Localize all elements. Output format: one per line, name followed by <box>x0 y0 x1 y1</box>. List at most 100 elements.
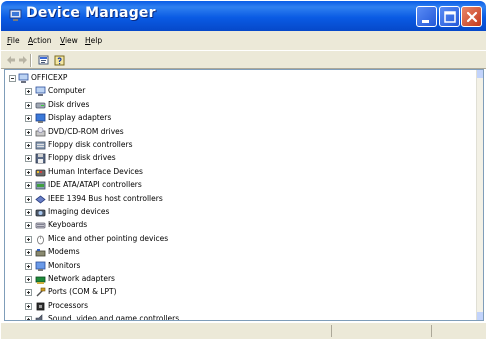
processor-icon <box>36 302 45 311</box>
tree-node[interactable]: Modems <box>5 246 475 259</box>
expand-toggle[interactable] <box>25 155 32 163</box>
expand-toggle[interactable] <box>25 209 32 216</box>
expand-toggle[interactable] <box>25 235 32 243</box>
status-bar <box>1 322 486 339</box>
monitor-icon <box>35 261 46 271</box>
expand-toggle[interactable] <box>25 88 32 96</box>
tree-node-label: Disk drives <box>48 99 90 109</box>
tree-node[interactable]: Floppy disk drives <box>5 152 475 165</box>
floppy-drive-icon <box>35 153 46 164</box>
close-button[interactable] <box>461 6 482 27</box>
toolbar <box>1 50 486 69</box>
tree-node[interactable]: IDE ATA/ATAPI controllers <box>5 179 475 192</box>
tree-root[interactable]: OFFICEXP <box>5 72 475 85</box>
menu-action-rest: ction <box>33 36 52 45</box>
properties-icon[interactable] <box>38 54 49 66</box>
ieee1394-icon <box>35 195 46 204</box>
toolbar-separator <box>30 54 32 67</box>
expand-toggle[interactable] <box>25 128 32 136</box>
maximize-button[interactable] <box>439 6 460 27</box>
tree-node-label: Floppy disk drives <box>48 153 116 163</box>
network-adapter-icon <box>35 276 46 284</box>
floppy-controller-icon <box>35 141 46 150</box>
expand-toggle[interactable] <box>25 276 32 283</box>
mouse-icon <box>37 235 44 245</box>
back-arrow-icon[interactable] <box>6 54 16 66</box>
tree-node[interactable]: Keyboards <box>5 219 475 232</box>
tree-node[interactable]: Human Interface Devices <box>5 166 475 179</box>
cdrom-icon <box>35 126 46 136</box>
tree-node[interactable]: DVD/CD-ROM drives <box>5 126 475 139</box>
minimize-icon <box>422 20 429 23</box>
tree-node[interactable]: Processors <box>5 300 475 313</box>
tree-node-label: Keyboards <box>48 220 88 230</box>
expand-toggle[interactable] <box>25 316 32 320</box>
tree-node[interactable]: Monitors <box>5 260 475 273</box>
status-pane-2 <box>431 325 485 337</box>
ide-controller-icon <box>35 181 46 190</box>
imaging-device-icon <box>35 209 46 217</box>
tree-node[interactable]: Computer <box>5 85 475 98</box>
expand-toggle[interactable] <box>25 195 32 203</box>
tree-node[interactable]: Mice and other pointing devices <box>5 233 475 246</box>
keyboard-icon <box>35 222 46 229</box>
scroll-down-button[interactable] <box>477 312 483 320</box>
tree-node-label: Network adapters <box>48 274 115 283</box>
expand-toggle[interactable] <box>25 249 32 257</box>
sound-icon <box>35 314 43 320</box>
tree-node-label: DVD/CD-ROM drives <box>48 126 124 136</box>
modem-icon <box>35 249 46 257</box>
expand-toggle[interactable] <box>25 115 32 123</box>
device-tree-view[interactable]: OFFICEXP Computer Disk drives Display adapt… <box>4 69 484 321</box>
tree-node-label: Mice and other pointing devices <box>48 233 169 243</box>
expand-toggle[interactable] <box>25 182 32 190</box>
menu-view[interactable]: View <box>60 36 78 45</box>
maximize-icon <box>444 11 456 23</box>
tree-node-label: Imaging devices <box>48 207 110 216</box>
help-icon[interactable] <box>54 54 65 66</box>
scroll-up-button[interactable] <box>477 70 483 78</box>
forward-arrow-icon[interactable] <box>18 54 28 66</box>
collapse-toggle[interactable] <box>9 75 16 82</box>
port-icon <box>36 288 46 297</box>
menu-bar: File Action View Help <box>1 31 486 50</box>
tree-node[interactable]: Network adapters <box>5 273 475 286</box>
tree-node-label: Processors <box>48 300 89 310</box>
expand-toggle[interactable] <box>25 289 32 297</box>
tree-node-label: Monitors <box>48 260 81 270</box>
computer-icon <box>35 86 46 97</box>
tree-node-label: Human Interface Devices <box>48 166 143 176</box>
tree-node[interactable]: Floppy disk controllers <box>5 139 475 152</box>
device-manager-window: Device Manager File Action View Help OFF… <box>1 1 486 339</box>
status-pane-1 <box>331 325 432 337</box>
tree-node[interactable]: Imaging devices <box>5 206 475 219</box>
tree-node-label: Display adapters <box>48 113 112 123</box>
title-bar[interactable]: Device Manager <box>1 1 486 31</box>
minimize-button[interactable] <box>416 6 437 27</box>
expand-toggle[interactable] <box>25 262 32 270</box>
menu-help[interactable]: Help <box>85 36 102 45</box>
close-icon <box>466 11 478 23</box>
tree-node[interactable]: Display adapters <box>5 112 475 125</box>
expand-toggle[interactable] <box>25 302 32 310</box>
menu-action[interactable]: Action <box>28 36 52 45</box>
menu-file[interactable]: File <box>7 36 20 45</box>
expand-toggle[interactable] <box>25 222 32 230</box>
device-manager-icon <box>9 9 22 21</box>
vertical-scrollbar[interactable] <box>476 70 483 320</box>
expand-toggle[interactable] <box>25 168 32 176</box>
expand-toggle[interactable] <box>25 101 32 109</box>
tree-node[interactable]: IEEE 1394 Bus host controllers <box>5 193 475 206</box>
tree-node[interactable]: Sound, video and game controllers <box>5 313 475 321</box>
tree-node-label: Computer <box>48 86 86 96</box>
tree-node[interactable]: Ports (COM & LPT) <box>5 286 475 299</box>
tree-node-label: IEEE 1394 Bus host controllers <box>48 193 163 203</box>
tree-node-label: Sound, video and game controllers <box>48 314 180 321</box>
expand-toggle[interactable] <box>25 142 32 149</box>
tree-node[interactable]: Disk drives <box>5 99 475 112</box>
tree-node-label: Ports (COM & LPT) <box>48 287 117 297</box>
computer-icon <box>18 73 29 83</box>
tree-node-label: OFFICEXP <box>31 73 68 82</box>
menu-view-rest: iew <box>64 36 78 45</box>
display-adapter-icon <box>35 113 46 124</box>
